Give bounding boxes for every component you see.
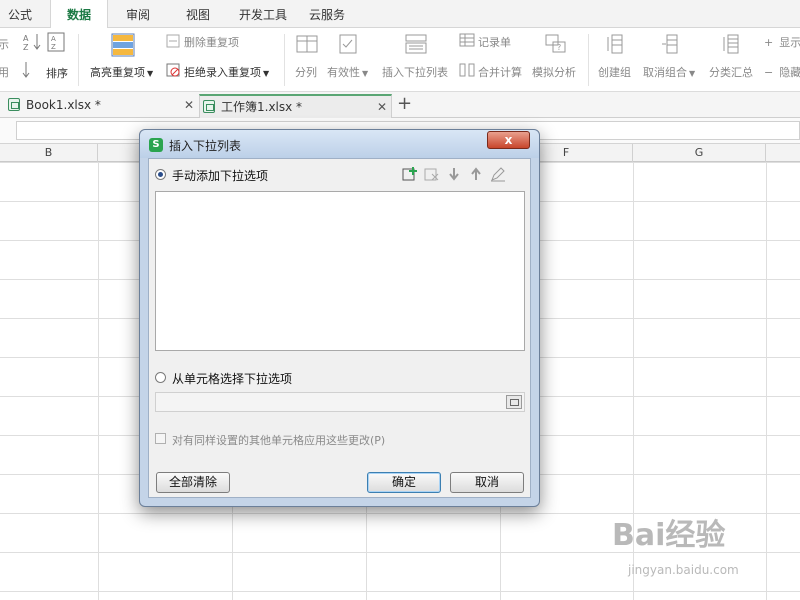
merge-calc-icon	[459, 63, 475, 77]
dialog-title: 插入下拉列表	[169, 139, 242, 153]
manual-option-label[interactable]: 手动添加下拉选项	[172, 167, 268, 184]
ribbon-partial-top: 示	[0, 38, 9, 51]
sort-descending-icon[interactable]	[22, 60, 44, 80]
delete-duplicates-icon	[166, 34, 180, 48]
what-if-button[interactable]: 模拟分析	[532, 64, 576, 80]
column-header-b[interactable]: B	[0, 144, 98, 162]
ok-button[interactable]: 确定	[367, 472, 441, 493]
record-form-icon	[459, 33, 475, 47]
ribbon-partial-bottom: 用	[0, 66, 9, 79]
menu-bar: 公式 数据 审阅 视图 开发工具 云服务	[0, 0, 800, 29]
sort-button[interactable]: 排序	[46, 65, 68, 81]
validity-button[interactable]: 有效性 ▼	[327, 64, 368, 80]
ribbon-separator	[78, 34, 79, 86]
highlight-duplicates-button[interactable]: 高亮重复项 ▼	[90, 64, 153, 80]
ungroup-icon	[662, 34, 678, 54]
dialog-body: 手动添加下拉选项 从单元格选择下拉选项 对有同样设置的其他单元格应用这些更改(P…	[148, 158, 531, 498]
svg-text:A: A	[23, 34, 29, 43]
grid-line	[98, 162, 99, 600]
manual-option-radio[interactable]	[155, 169, 166, 180]
create-group-button[interactable]: 创建组	[598, 64, 631, 80]
delete-item-icon[interactable]	[424, 166, 440, 182]
tab-cloud[interactable]: 云服务	[302, 0, 352, 28]
edit-item-icon[interactable]	[490, 166, 506, 182]
insert-dropdown-button[interactable]: 插入下拉列表	[382, 64, 448, 80]
subtotal-button[interactable]: 分类汇总	[709, 64, 753, 80]
sort-ascending-icon[interactable]: AZ	[22, 32, 44, 52]
reject-duplicates-icon	[166, 63, 180, 77]
watermark-url: jingyan.baidu.com	[628, 563, 739, 577]
dialog-title-bar[interactable]: S 插入下拉列表 x	[140, 130, 539, 158]
doc-tab-workbook1[interactable]: 工作簿1.xlsx * ✕	[199, 94, 392, 119]
tab-review[interactable]: 审阅	[113, 0, 163, 28]
column-header-g[interactable]: G	[633, 144, 766, 162]
split-columns-button[interactable]: 分列	[295, 64, 317, 80]
insert-dropdown-dialog: S 插入下拉列表 x 手动添加下拉选项 从单元格选择下拉选项 对有同样设置的其他…	[139, 129, 540, 507]
spreadsheet-file-icon	[203, 100, 215, 113]
spreadsheet-file-icon	[8, 98, 20, 111]
subtotal-icon	[723, 34, 739, 54]
create-group-icon	[607, 34, 623, 54]
show-detail-button[interactable]: + 显示	[764, 34, 800, 50]
move-down-icon[interactable]	[446, 166, 462, 182]
cell-range-input[interactable]	[155, 392, 525, 412]
grid-line	[766, 162, 767, 600]
reject-duplicates-button[interactable]: 拒绝录入重复项 ▼	[184, 64, 269, 80]
svg-text:Z: Z	[23, 43, 29, 52]
close-tab-icon[interactable]: ✕	[184, 94, 194, 116]
ungroup-button[interactable]: 取消组合 ▼	[643, 64, 695, 80]
ribbon: 示 用 AZ AZ 排序 高亮重复项 ▼ 删除重复项 拒绝录入重复项 ▼ 分列 有效…	[0, 28, 800, 92]
cell-option-radio[interactable]	[155, 372, 166, 383]
cell-option-label[interactable]: 从单元格选择下拉选项	[172, 370, 292, 387]
what-if-icon: ?	[545, 34, 566, 53]
apply-same-checkbox[interactable]	[155, 433, 166, 444]
hide-detail-button[interactable]: − 隐藏	[764, 64, 800, 80]
column-header[interactable]	[766, 144, 800, 162]
highlight-duplicates-icon[interactable]	[111, 33, 135, 57]
app-logo-icon: S	[149, 138, 163, 152]
apply-same-label[interactable]: 对有同样设置的其他单元格应用这些更改(P)	[172, 432, 385, 448]
watermark-logo: Bai经验	[612, 518, 726, 553]
cancel-button[interactable]: 取消	[450, 472, 524, 493]
tab-formulas[interactable]: 公式	[0, 0, 40, 28]
ribbon-separator	[284, 34, 285, 86]
split-columns-icon	[296, 35, 318, 53]
record-form-button[interactable]: 记录单	[478, 34, 511, 50]
clear-all-button[interactable]: 全部清除	[156, 472, 230, 493]
svg-text:Z: Z	[51, 43, 56, 51]
validity-icon	[339, 34, 357, 54]
tab-developer[interactable]: 开发工具	[232, 0, 294, 28]
tab-view[interactable]: 视图	[173, 0, 223, 28]
merge-calc-button[interactable]: 合并计算	[478, 64, 522, 80]
doc-tab-book1[interactable]: Book1.xlsx * ✕	[8, 94, 198, 118]
add-item-icon[interactable]	[402, 166, 418, 182]
svg-text:A: A	[51, 35, 56, 43]
delete-duplicates-button[interactable]: 删除重复项	[184, 34, 239, 50]
ribbon-separator	[588, 34, 589, 86]
close-tab-icon[interactable]: ✕	[377, 96, 387, 118]
new-tab-icon[interactable]: +	[397, 93, 412, 115]
close-button[interactable]: x	[487, 131, 530, 149]
insert-dropdown-icon	[405, 34, 427, 54]
range-select-icon[interactable]	[506, 395, 522, 409]
options-list[interactable]	[155, 191, 525, 351]
sort-icon[interactable]: AZ	[46, 32, 68, 52]
svg-text:?: ?	[557, 43, 561, 52]
move-up-icon[interactable]	[468, 166, 484, 182]
tab-data[interactable]: 数据	[50, 0, 108, 29]
